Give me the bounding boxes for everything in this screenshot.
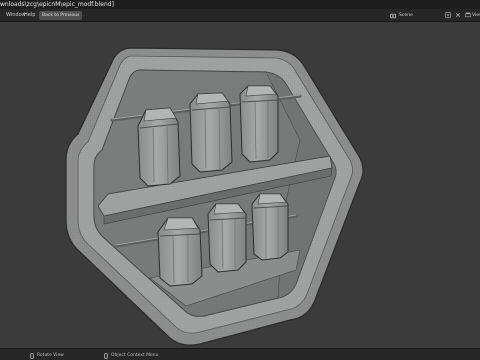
view-layer-name[interactable]: ViewLa (472, 11, 480, 20)
title-bar: wnloads\zcg\epicnM\epic_modf.blend] (0, 0, 480, 9)
window-title: wnloads\zcg\epicnM\epic_modf.blend] (0, 1, 114, 8)
status-object-context-menu: Object Context Menu (104, 352, 159, 359)
status-context-menu-label: Object Context Menu (111, 353, 159, 358)
jar-upper-middle[interactable] (189, 92, 233, 173)
status-rotate-view-label: Rotate View (37, 353, 64, 358)
jar-upper-left[interactable] (137, 107, 181, 187)
mouse-icon (104, 352, 108, 359)
top-menu-bar: Window Help Back to Previous Scene ViewL… (0, 9, 480, 22)
status-bar: Rotate View Object Context Menu (0, 348, 480, 360)
mouse-icon (30, 352, 34, 359)
scene-selector[interactable]: Scene (390, 11, 413, 20)
new-scene-icon[interactable] (445, 12, 451, 18)
status-rotate-view: Rotate View (30, 352, 64, 359)
3d-viewport[interactable] (0, 22, 480, 348)
scene-name: Scene (399, 13, 413, 18)
delete-scene-icon[interactable] (455, 12, 461, 18)
menu-help[interactable]: Help (22, 11, 37, 20)
scene-icon (390, 13, 396, 18)
jar-lower-left[interactable] (157, 217, 203, 287)
jar-lower-middle[interactable] (207, 203, 247, 273)
jar-upper-right[interactable] (239, 85, 279, 163)
back-to-previous-button[interactable]: Back to Previous (39, 11, 83, 20)
viewport-scene[interactable] (0, 22, 480, 348)
jar-lower-right[interactable] (251, 193, 289, 261)
view-layer-icon[interactable] (465, 12, 471, 18)
shelf-model[interactable] (65, 47, 364, 346)
